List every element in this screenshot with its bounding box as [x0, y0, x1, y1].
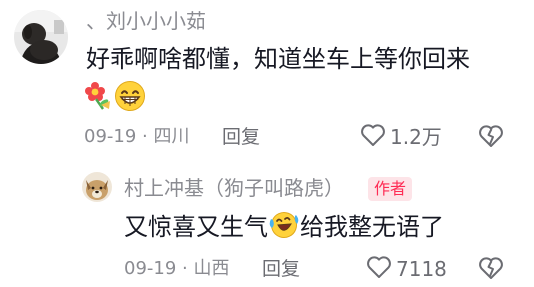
reply-like-button[interactable]: 7118 [366, 255, 447, 283]
grin-emoji [114, 80, 146, 116]
reply-text: 又惊喜又生气 给我整无语了 [124, 210, 444, 248]
comment-text: 好乖啊啥都懂，知道坐车上等你回来 [86, 45, 470, 73]
reply-like-count: 7118 [396, 257, 447, 281]
comment-meta: 09-19 · 四川 [84, 126, 190, 148]
reply-text-before: 又惊喜又生气 [124, 213, 268, 241]
reply-reply-button[interactable]: 回复 [262, 258, 300, 280]
author-username[interactable]: 村上冲基（狗子叫路虎） [124, 176, 344, 200]
comment-location: 四川 [153, 126, 190, 147]
broken-heart-icon [478, 257, 504, 284]
broken-heart-icon [478, 125, 504, 152]
reply-dislike-button[interactable] [478, 256, 504, 284]
commenter-username[interactable]: 、刘小小小茹 [86, 9, 206, 33]
heart-icon [360, 123, 386, 151]
comment-emoji-row [84, 80, 146, 116]
comment-reply-button[interactable]: 回复 [222, 126, 260, 148]
laugh-cry-emoji [269, 210, 299, 248]
reply-date: 09-19 [124, 258, 177, 279]
meta-separator: · [142, 126, 148, 147]
reply-meta: 09-19 · 山西 [124, 258, 230, 280]
comment-like-button[interactable]: 1.2万 [360, 123, 442, 151]
flower-emoji [84, 81, 112, 115]
commenter-avatar[interactable] [14, 10, 68, 64]
author-avatar[interactable] [82, 172, 112, 202]
comment-date: 09-19 [84, 126, 137, 147]
comment-like-count: 1.2万 [390, 125, 442, 149]
author-badge: 作者 [368, 177, 413, 201]
reply-text-after: 给我整无语了 [300, 213, 444, 241]
heart-icon [366, 255, 392, 283]
meta-separator: · [182, 258, 188, 279]
reply-location: 山西 [193, 258, 230, 279]
comment-dislike-button[interactable] [478, 124, 504, 152]
